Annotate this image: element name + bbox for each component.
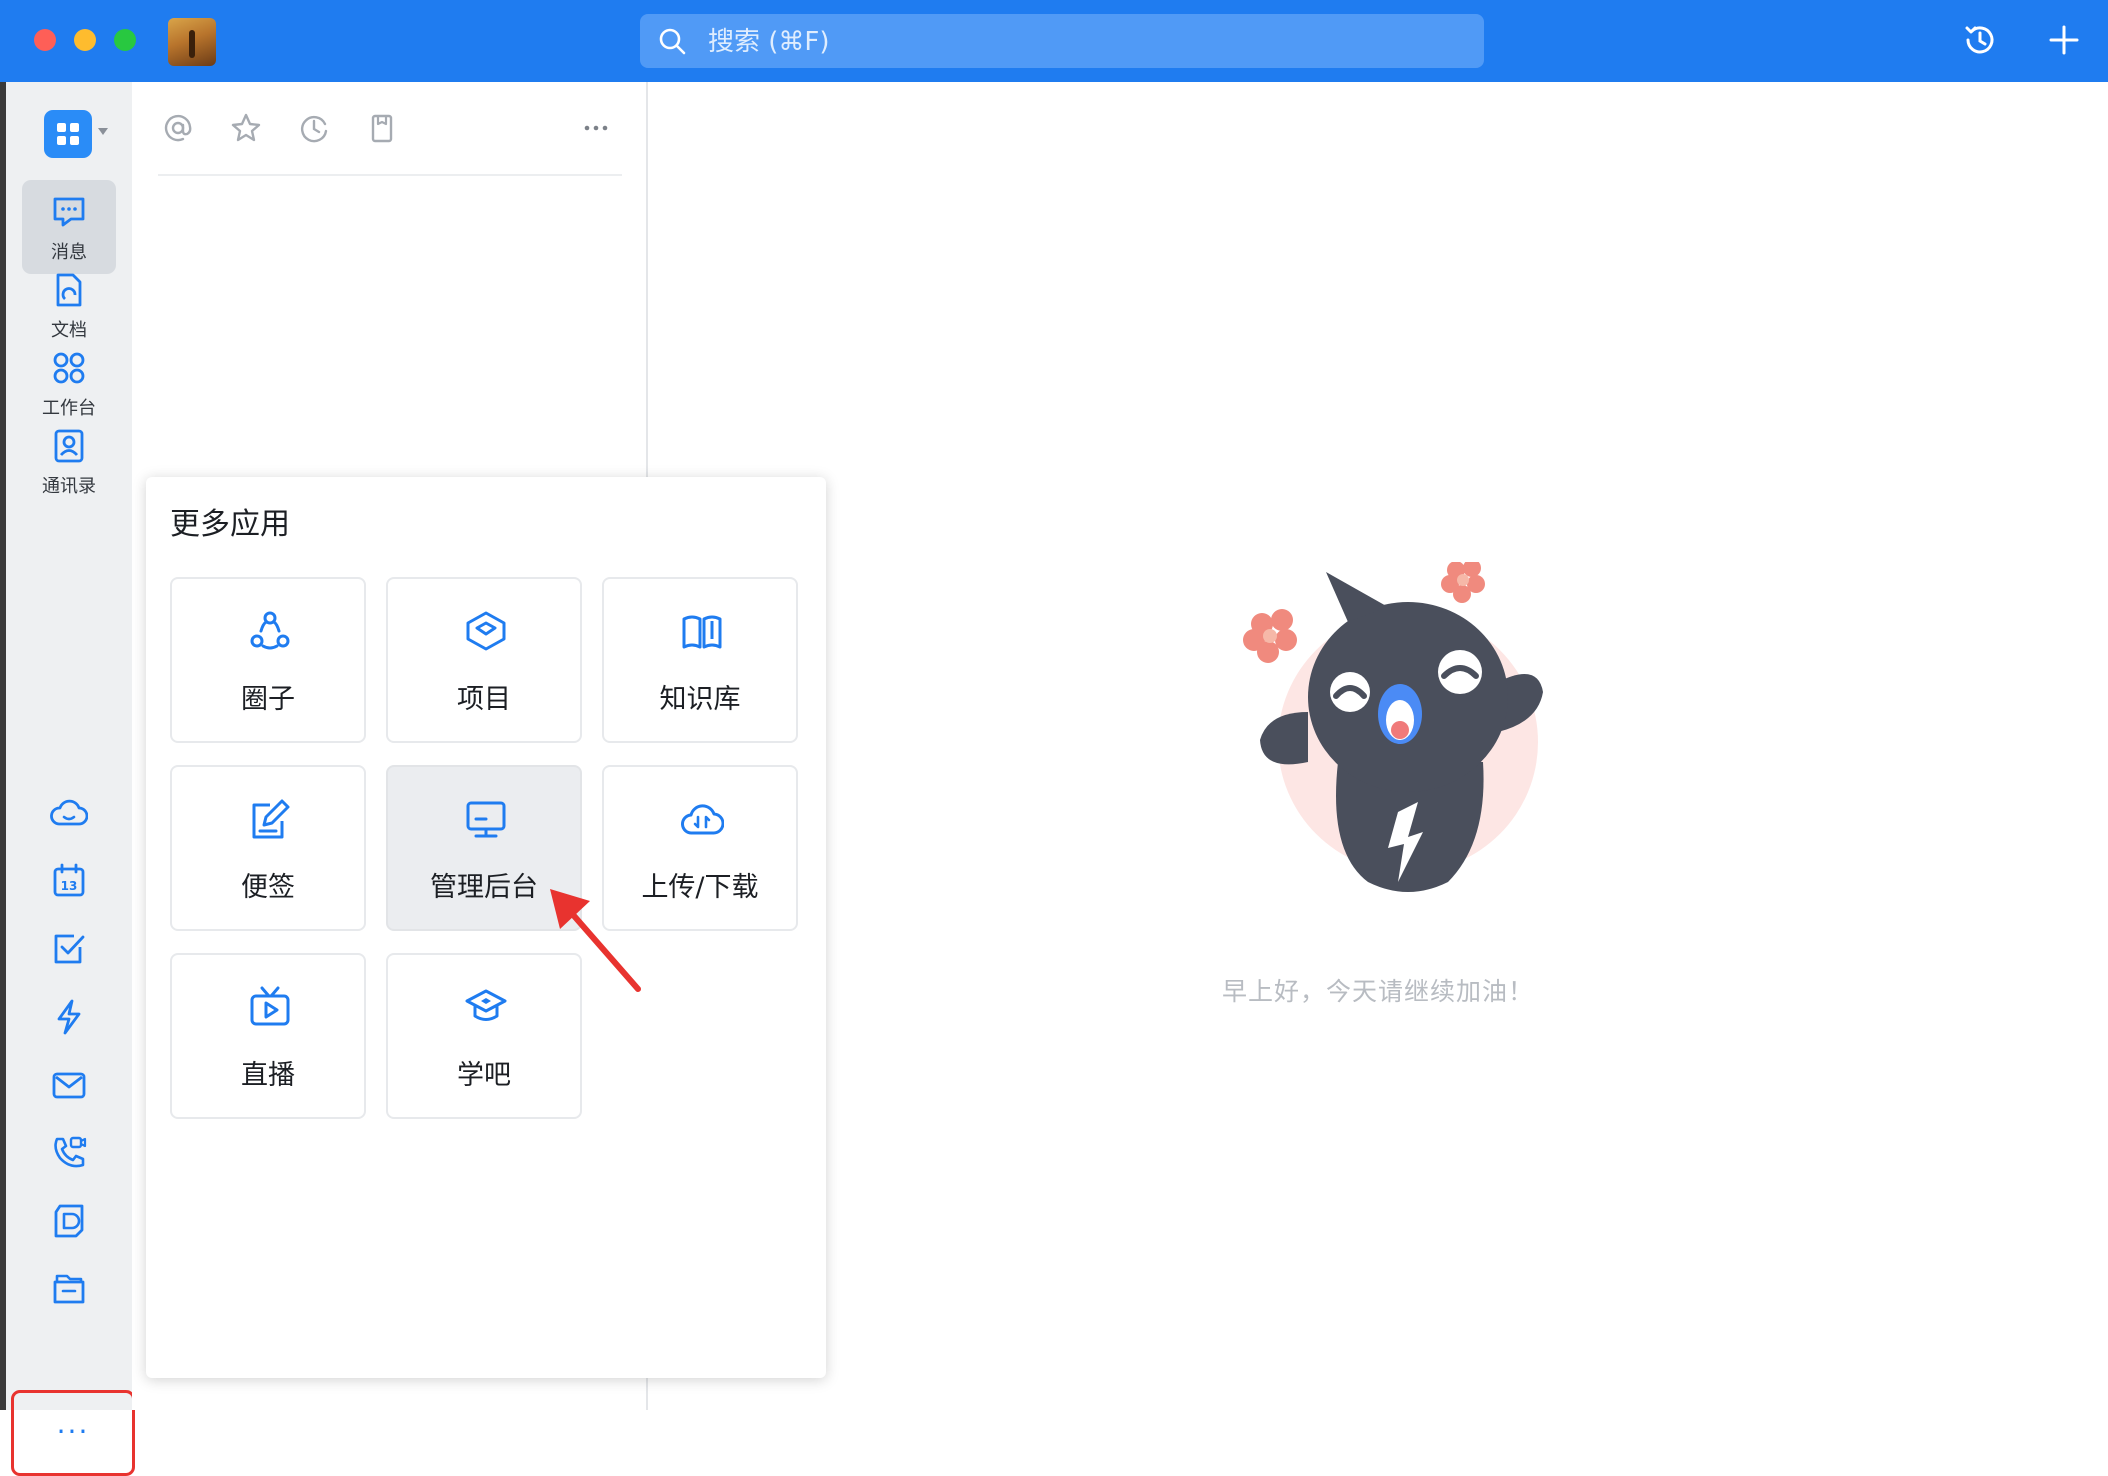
mail-icon[interactable] <box>50 1066 88 1104</box>
document-icon <box>56 273 82 307</box>
live-tv-icon <box>250 986 290 1026</box>
nav-label: 通讯录 <box>42 476 96 497</box>
app-label: 圈子 <box>241 684 295 715</box>
history-icon[interactable] <box>1960 20 2000 60</box>
main-content: 早上好，今天请继续加油！ <box>648 82 2108 1410</box>
cloud-icon[interactable] <box>50 794 88 832</box>
graduation-cap-icon <box>465 989 507 1021</box>
app-card-projects[interactable]: 项目 <box>386 577 582 743</box>
folder-icon[interactable] <box>50 1270 88 1308</box>
admin-monitor-icon <box>466 801 506 838</box>
cloud-transfer-icon <box>681 804 724 835</box>
sticky-note-icon <box>252 799 290 839</box>
caret-down-icon[interactable] <box>98 128 108 136</box>
bookmark-icon[interactable] <box>366 112 398 144</box>
todo-check-icon[interactable] <box>50 930 88 968</box>
sidebar: 消息 文档 工作台 通讯录 13 ··· <box>6 82 135 1476</box>
more-horizontal-icon: ··· <box>56 1415 90 1448</box>
plus-icon[interactable] <box>2044 20 2084 60</box>
popup-title: 更多应用 <box>170 507 290 542</box>
star-icon[interactable] <box>230 112 262 144</box>
more-apps-button[interactable]: ··· <box>11 1390 135 1476</box>
app-label: 学吧 <box>457 1060 511 1091</box>
calendar-day: 13 <box>61 879 78 893</box>
clock-icon[interactable] <box>298 112 330 144</box>
project-icon <box>466 611 506 651</box>
nav-contacts[interactable]: 通讯录 <box>22 414 116 508</box>
circle-group-icon <box>250 611 290 650</box>
app-card-knowledge-base[interactable]: 知识库 <box>602 577 798 743</box>
knowledge-base-icon <box>682 615 722 649</box>
mascot-illustration <box>1243 562 1543 892</box>
app-label: 项目 <box>457 684 511 715</box>
grid-icon <box>57 123 79 145</box>
note-icon[interactable] <box>50 1202 88 1240</box>
search-input[interactable] <box>706 14 1450 70</box>
app-label: 知识库 <box>659 684 741 715</box>
app-label: 便签 <box>241 872 295 903</box>
message-icon <box>53 197 85 227</box>
app-label: 直播 <box>241 1060 295 1091</box>
app-card-sticky-notes[interactable]: 便签 <box>170 765 366 931</box>
app-card-live[interactable]: 直播 <box>170 953 366 1119</box>
maximize-window-button[interactable] <box>114 29 136 51</box>
video-call-icon[interactable] <box>50 1134 88 1172</box>
search-bar[interactable] <box>640 14 1484 70</box>
minimize-window-button[interactable] <box>74 29 96 51</box>
annotation-arrow-icon <box>550 889 641 992</box>
more-apps-popup: 更多应用 圈子 项目 知识库 便签 管理后台 上传/下载 直播 学吧 <box>146 477 826 1378</box>
contacts-icon <box>54 429 84 463</box>
app-card-circles[interactable]: 圈子 <box>170 577 366 743</box>
workbench-icon <box>53 352 85 384</box>
title-bar <box>0 0 2108 82</box>
close-window-button[interactable] <box>34 29 56 51</box>
greeting-text: 早上好，今天请继续加油！ <box>1221 977 1534 1006</box>
divider <box>158 174 622 176</box>
user-avatar[interactable] <box>168 18 216 66</box>
more-horizontal-icon[interactable] <box>580 112 612 144</box>
search-icon <box>659 28 686 55</box>
mention-icon[interactable] <box>162 112 194 144</box>
calendar-icon[interactable]: 13 <box>50 862 88 900</box>
app-switcher-button[interactable] <box>44 110 92 158</box>
lightning-icon[interactable] <box>50 998 88 1036</box>
